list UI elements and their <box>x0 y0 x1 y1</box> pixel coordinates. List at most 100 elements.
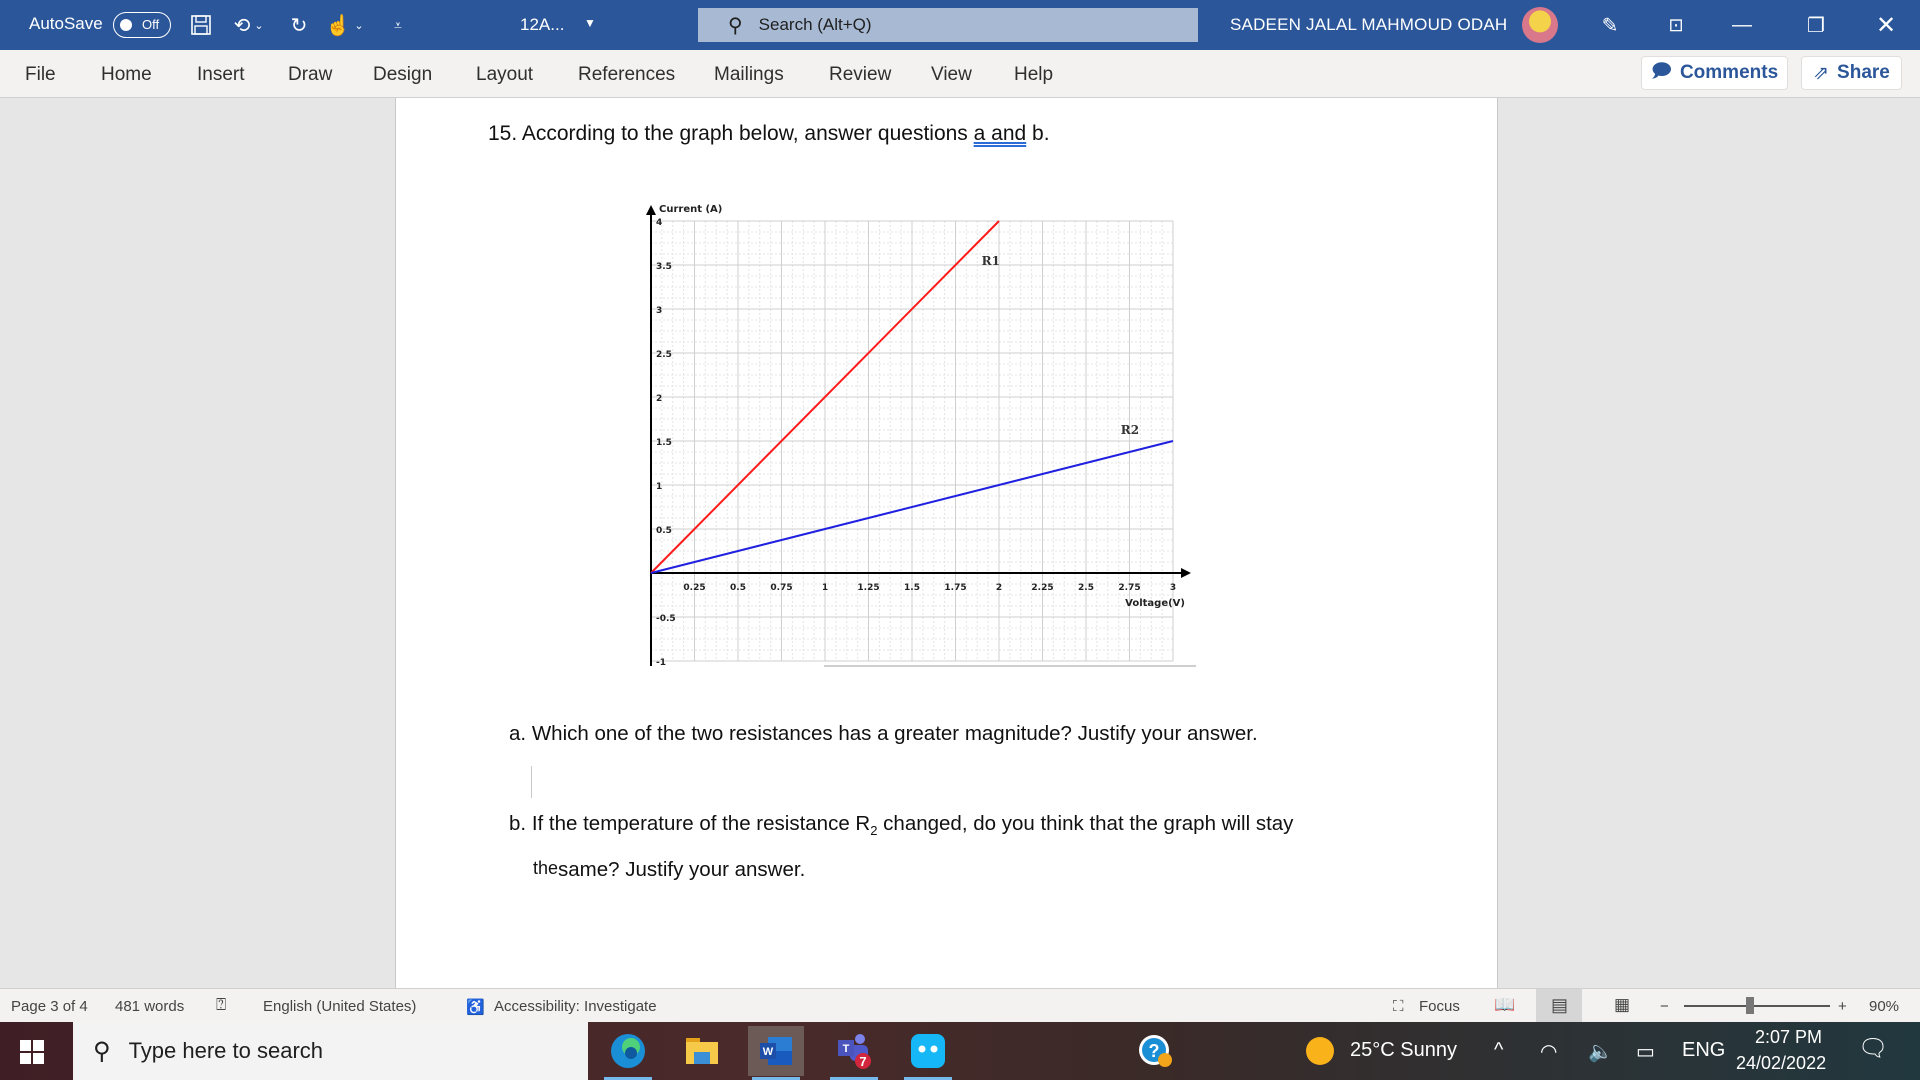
weather-sun-icon[interactable] <box>1305 1036 1335 1072</box>
search-placeholder: Search (Alt+Q) <box>758 15 872 34</box>
y-tick-label: 1.5 <box>656 438 672 448</box>
tab-insert[interactable]: Insert <box>197 64 245 86</box>
x-axis-arrow <box>1181 568 1191 578</box>
y-axis-label: Current (A) <box>659 204 722 215</box>
x-tick-label: 0.5 <box>730 583 746 593</box>
file-explorer-icon[interactable] <box>674 1026 730 1076</box>
touch-mode-icon[interactable]: ☝ <box>324 11 352 39</box>
tab-design[interactable]: Design <box>373 64 432 86</box>
qa-text: Which one of the two resistances has a g… <box>531 722 1258 745</box>
taskbar: ⚲ Type here to search W T7 ? 25°C Sunny … <box>0 1022 1920 1080</box>
zoom-out-button[interactable]: − <box>1660 998 1669 1015</box>
tab-help[interactable]: Help <box>1014 64 1053 86</box>
tab-review[interactable]: Review <box>829 64 891 86</box>
question-a: a. Which one of the two resistances has … <box>509 722 1258 746</box>
accessibility-icon[interactable]: ♿ <box>466 998 485 1016</box>
tab-file[interactable]: File <box>25 64 56 86</box>
ribbon-display-icon[interactable]: ⊡ <box>1646 0 1706 50</box>
share-button[interactable]: ⇗ Share <box>1801 56 1902 90</box>
touch-mode-dropdown-icon[interactable]: ⌄ <box>352 11 366 39</box>
tab-home[interactable]: Home <box>101 64 152 86</box>
customize-qat-icon[interactable]: ⩡ <box>384 11 412 39</box>
zoom-in-button[interactable]: + <box>1838 998 1847 1015</box>
comments-button[interactable]: 🗩 Comments <box>1641 56 1788 90</box>
zoom-level[interactable]: 90% <box>1869 998 1899 1015</box>
document-name[interactable]: 12A... <box>520 15 564 35</box>
read-mode-icon[interactable]: 📖 <box>1494 995 1515 1015</box>
document-page[interactable]: 15. According to the graph below, answer… <box>395 98 1498 988</box>
pen-icon[interactable]: ✎ <box>1580 0 1640 50</box>
word-count[interactable]: 481 words <box>115 998 184 1015</box>
teams-icon[interactable]: T7 <box>826 1026 882 1080</box>
help-icon[interactable]: ? <box>1128 1026 1184 1076</box>
save-icon[interactable] <box>187 11 215 39</box>
clock-time[interactable]: 2:07 PM <box>1755 1027 1822 1048</box>
y-tick-label: 2.5 <box>656 350 672 360</box>
comment-icon: 🗩 <box>1650 61 1672 82</box>
volume-icon[interactable]: 🔈 <box>1588 1039 1613 1064</box>
taskbar-search-placeholder: Type here to search <box>128 1038 324 1063</box>
x-tick-label: 1.5 <box>904 583 920 593</box>
weather-text[interactable]: 25°C Sunny <box>1350 1039 1457 1062</box>
undo-dropdown-icon[interactable]: ⌄ <box>252 11 266 39</box>
notifications-icon[interactable]: 🗨 <box>1858 1034 1888 1063</box>
focus-icon[interactable]: ⛶ <box>1393 998 1404 1015</box>
zoom-slider-thumb[interactable] <box>1746 997 1754 1014</box>
y-tick-label: 3 <box>656 306 662 316</box>
autosave-toggle[interactable]: Off <box>113 12 171 38</box>
x-tick-label: 2.75 <box>1118 583 1140 593</box>
svg-text:T: T <box>843 1043 850 1055</box>
search-input[interactable]: ⚲ Search (Alt+Q) <box>698 8 1198 42</box>
toggle-knob <box>120 19 132 31</box>
doc-name-dropdown-icon[interactable]: ▼ <box>584 16 596 30</box>
page-count[interactable]: Page 3 of 4 <box>11 998 88 1015</box>
autosave-label: AutoSave <box>29 14 103 33</box>
language[interactable]: English (United States) <box>263 998 416 1015</box>
tab-layout[interactable]: Layout <box>476 64 533 86</box>
proofing-icon[interactable]: ⍰ <box>216 995 226 1015</box>
focus-label[interactable]: Focus <box>1419 998 1460 1015</box>
tab-references[interactable]: References <box>578 64 675 86</box>
question-b-line2: thesame? Justify your answer. <box>533 858 805 882</box>
network-icon[interactable]: ◠ <box>1540 1039 1557 1064</box>
windows-start-icon[interactable] <box>20 1040 44 1064</box>
restore-icon[interactable]: ❐ <box>1786 0 1846 50</box>
close-icon[interactable]: ✕ <box>1856 0 1916 50</box>
chat-app-icon[interactable] <box>900 1026 956 1080</box>
ribbon-tabs: File Home Insert Draw Design Layout Refe… <box>0 50 1920 98</box>
x-tick-label: 3 <box>1170 583 1176 593</box>
battery-icon[interactable]: ▭ <box>1636 1039 1655 1064</box>
tab-draw[interactable]: Draw <box>288 64 332 86</box>
series-label-r1: R1 <box>982 254 1000 268</box>
text-cursor <box>531 766 532 798</box>
y-tick-label: -0.5 <box>656 614 676 624</box>
qb-text-2: changed, do you think that the graph wil… <box>877 812 1294 835</box>
input-language[interactable]: ENG <box>1682 1039 1725 1062</box>
clock-date[interactable]: 24/02/2022 <box>1736 1053 1826 1074</box>
x-axis-label: Voltage(V) <box>1125 598 1185 609</box>
status-bar: Page 3 of 4 481 words ⍰ English (United … <box>0 988 1920 1023</box>
print-layout-button[interactable]: ▤ <box>1536 989 1582 1023</box>
edge-icon[interactable] <box>600 1026 656 1080</box>
web-layout-icon[interactable]: ▦ <box>1614 995 1630 1015</box>
tab-mailings[interactable]: Mailings <box>714 64 784 86</box>
avatar[interactable] <box>1522 7 1558 43</box>
redo-icon[interactable]: ↻ <box>285 11 313 39</box>
accessibility-status[interactable]: Accessibility: Investigate <box>494 998 657 1015</box>
search-icon: ⚲ <box>728 14 743 37</box>
autosave-state: Off <box>142 17 160 32</box>
word-icon[interactable]: W <box>748 1026 804 1080</box>
show-hidden-icons[interactable]: ^ <box>1494 1039 1503 1062</box>
y-tick-label: 2 <box>656 394 662 404</box>
user-name[interactable]: SADEEN JALAL MAHMOUD ODAH <box>1230 15 1507 35</box>
minimize-icon[interactable]: — <box>1712 0 1772 50</box>
question-b: b. If the temperature of the resistance … <box>509 812 1293 838</box>
teams-badge: 7 <box>859 1054 866 1069</box>
zoom-slider[interactable] <box>1684 1005 1830 1007</box>
tab-view[interactable]: View <box>931 64 972 86</box>
taskbar-search-input[interactable]: ⚲ Type here to search <box>73 1022 588 1080</box>
iv-graph: 0.25 0.5 0.75 1 1.25 1.5 1.75 2 2.25 2.5 2.75 3 -1 -0… <box>646 204 1196 668</box>
document-canvas[interactable]: 15. According to the graph below, answer… <box>0 98 1920 988</box>
x-tick-label: 1 <box>822 583 828 593</box>
qa-marker: a. <box>509 722 527 745</box>
